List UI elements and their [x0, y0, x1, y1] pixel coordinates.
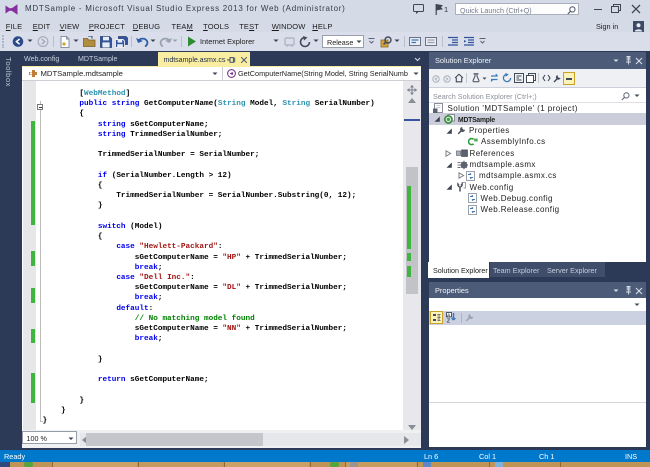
svg-text:Z: Z [447, 319, 451, 324]
